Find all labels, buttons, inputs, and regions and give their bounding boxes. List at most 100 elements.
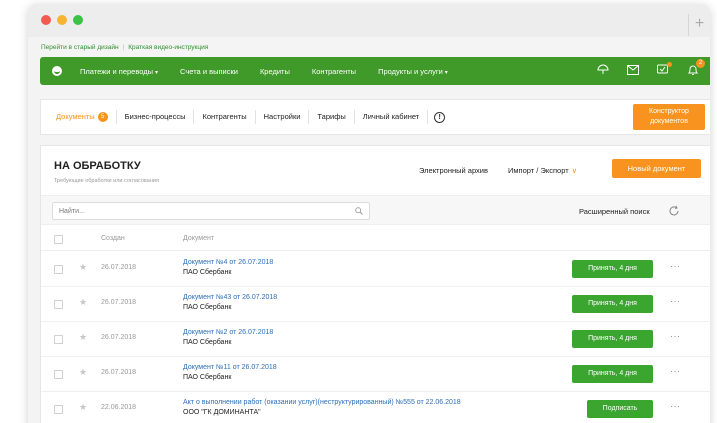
nav-item[interactable]: Кредиты bbox=[260, 67, 290, 76]
more-actions-icon[interactable]: ··· bbox=[670, 366, 681, 376]
table-row[interactable]: ★ 26.07.2018 Документ №11 от 26.07.2018 ПАО… bbox=[41, 357, 710, 392]
more-actions-icon[interactable]: ··· bbox=[670, 296, 681, 306]
import-export-label: Импорт / Экспорт bbox=[508, 166, 569, 175]
document-organization: ПАО Сбербанк bbox=[183, 269, 232, 276]
row-date: 22.06.2018 bbox=[101, 404, 137, 411]
row-date: 26.07.2018 bbox=[101, 369, 137, 376]
select-all-checkbox[interactable] bbox=[54, 235, 63, 244]
tab-tariffs[interactable]: Тарифы bbox=[309, 110, 355, 124]
nav-item[interactable]: Счета и выписки bbox=[180, 67, 238, 76]
import-export-dropdown[interactable]: Импорт / Экспорт ∨ bbox=[508, 166, 577, 175]
row-checkbox[interactable] bbox=[54, 335, 63, 344]
nav-item-label: Продукты и услуги bbox=[378, 66, 443, 76]
row-date: 26.07.2018 bbox=[101, 264, 137, 271]
accept-button[interactable]: Принять, 4 дня bbox=[572, 295, 653, 313]
chat-icon[interactable] bbox=[656, 62, 672, 77]
electronic-archive-link[interactable]: Электронный архив bbox=[419, 166, 488, 175]
close-window-button[interactable] bbox=[41, 15, 51, 25]
row-checkbox[interactable] bbox=[54, 405, 63, 414]
new-tab-button[interactable]: + bbox=[688, 14, 710, 36]
filter-bar: Найти... Расширенный поиск bbox=[41, 195, 710, 225]
nav-item-label: Кредиты bbox=[259, 66, 290, 76]
mail-icon[interactable] bbox=[626, 63, 640, 77]
document-link[interactable]: Документ №11 от 26.07.2018 bbox=[183, 364, 277, 371]
row-checkbox[interactable] bbox=[54, 265, 63, 274]
search-input[interactable]: Найти... bbox=[52, 202, 370, 220]
nav-item-label: Контрагенты bbox=[311, 66, 357, 76]
star-icon[interactable]: ★ bbox=[79, 262, 87, 273]
search-placeholder: Найти... bbox=[59, 208, 85, 215]
bell-icon[interactable]: 2 bbox=[686, 59, 705, 77]
star-icon[interactable]: ★ bbox=[79, 402, 87, 413]
minimize-window-button[interactable] bbox=[57, 15, 67, 25]
table-header: Создан Документ bbox=[41, 231, 710, 251]
document-link[interactable]: Документ №4 от 26.07.2018 bbox=[183, 259, 273, 266]
column-header-created[interactable]: Создан bbox=[101, 235, 125, 242]
nav-icons: 2 bbox=[596, 59, 705, 77]
window-titlebar: + bbox=[28, 4, 710, 37]
link-separator: | bbox=[122, 44, 125, 51]
chat-unread-dot bbox=[667, 62, 672, 67]
column-header-document[interactable]: Документ bbox=[183, 235, 214, 242]
refresh-icon[interactable] bbox=[668, 205, 680, 217]
star-icon[interactable]: ★ bbox=[79, 297, 87, 308]
row-date: 26.07.2018 bbox=[101, 299, 137, 306]
accept-button[interactable]: Принять, 4 дня bbox=[572, 260, 653, 278]
more-actions-icon[interactable]: ··· bbox=[670, 331, 681, 341]
document-link[interactable]: Акт о выполнении работ (оказании услуг)(… bbox=[183, 399, 461, 406]
page-subtitle: Требующие обработки или согласования bbox=[54, 178, 159, 184]
tab-documents-label: Документы bbox=[56, 112, 95, 121]
document-organization: ПАО Сбербанк bbox=[183, 304, 232, 311]
table-row[interactable]: ★ 26.07.2018 Документ №43 от 26.07.2018 ПАО… bbox=[41, 287, 710, 322]
document-organization: ООО "ГК ДОМИНАНТА" bbox=[183, 409, 261, 416]
page: Перейти в старый дизайн | Краткая видео-ин… bbox=[40, 37, 710, 423]
top-links: Перейти в старый дизайн | Краткая видео-ин… bbox=[40, 37, 710, 57]
search-icon[interactable] bbox=[355, 207, 363, 215]
nav-item-label: Счета и выписки bbox=[180, 66, 238, 76]
document-constructor-button[interactable]: Конструктор документов bbox=[633, 104, 705, 130]
accept-button[interactable]: Принять, 4 дня bbox=[572, 330, 653, 348]
old-design-link[interactable]: Перейти в старый дизайн bbox=[41, 44, 119, 51]
document-organization: ПАО Сбербанк bbox=[183, 339, 232, 346]
nav-item-label: Платежи и переводы bbox=[80, 66, 154, 76]
document-link[interactable]: Документ №2 от 26.07.2018 bbox=[183, 329, 273, 336]
tab-business-processes[interactable]: Бизнес-процессы bbox=[117, 110, 195, 124]
document-link[interactable]: Документ №43 от 26.07.2018 bbox=[183, 294, 277, 301]
tab-personal-account[interactable]: Личный кабинет bbox=[355, 110, 429, 124]
nav-item[interactable]: Продукты и услуги ▾ bbox=[378, 67, 448, 76]
notifications-badge: 2 bbox=[696, 59, 705, 68]
row-date: 26.07.2018 bbox=[101, 334, 137, 341]
more-actions-icon[interactable]: ··· bbox=[670, 261, 681, 271]
tab-counterparties[interactable]: Контрагенты bbox=[194, 110, 256, 124]
new-document-button[interactable]: Новый документ bbox=[612, 159, 701, 178]
documents-count-badge: 5 bbox=[97, 112, 108, 122]
more-actions-icon[interactable]: ··· bbox=[670, 401, 681, 411]
info-icon[interactable]: ! bbox=[434, 111, 446, 123]
tab-documents[interactable]: Документы 5 bbox=[41, 110, 117, 124]
caret-down-icon: ▾ bbox=[155, 69, 159, 76]
caret-down-icon: ▾ bbox=[444, 69, 448, 76]
main-navbar: Платежи и переводы ▾ Счета и выписки Кредит… bbox=[40, 57, 710, 85]
star-icon[interactable]: ★ bbox=[79, 367, 87, 378]
document-organization: ПАО Сбербанк bbox=[183, 374, 232, 381]
nav-item[interactable]: Контрагенты bbox=[312, 67, 356, 76]
table-row[interactable]: ★ 26.07.2018 Документ №4 от 26.07.2018 ПАО … bbox=[41, 252, 710, 287]
video-instruction-link[interactable]: Краткая видео-инструкция bbox=[128, 44, 208, 51]
page-title: НА ОБРАБОТКУ bbox=[54, 160, 141, 172]
nav-item[interactable]: Платежи и переводы ▾ bbox=[80, 67, 158, 76]
sub-navigation: Документы 5 Бизнес-процессы Контрагенты … bbox=[40, 99, 710, 135]
table-row[interactable]: ★ 22.06.2018 Акт о выполнении работ (оказа… bbox=[41, 392, 710, 423]
sign-button[interactable]: Подписать bbox=[587, 400, 653, 418]
table-row[interactable]: ★ 26.07.2018 Документ №2 от 26.07.2018 ПАО … bbox=[41, 322, 710, 357]
umbrella-icon[interactable] bbox=[596, 63, 610, 77]
nav-items: Платежи и переводы ▾ Счета и выписки Кредит… bbox=[80, 67, 470, 76]
bank-logo[interactable] bbox=[52, 66, 62, 76]
row-checkbox[interactable] bbox=[54, 300, 63, 309]
star-icon[interactable]: ★ bbox=[79, 332, 87, 343]
maximize-window-button[interactable] bbox=[73, 15, 83, 25]
advanced-search-link[interactable]: Расширенный поиск bbox=[579, 207, 650, 216]
tab-settings[interactable]: Настройки bbox=[256, 110, 310, 124]
row-checkbox[interactable] bbox=[54, 370, 63, 379]
accept-button[interactable]: Принять, 4 дня bbox=[572, 365, 653, 383]
browser-window: + Перейти в старый дизайн | Краткая видео-… bbox=[28, 4, 710, 423]
